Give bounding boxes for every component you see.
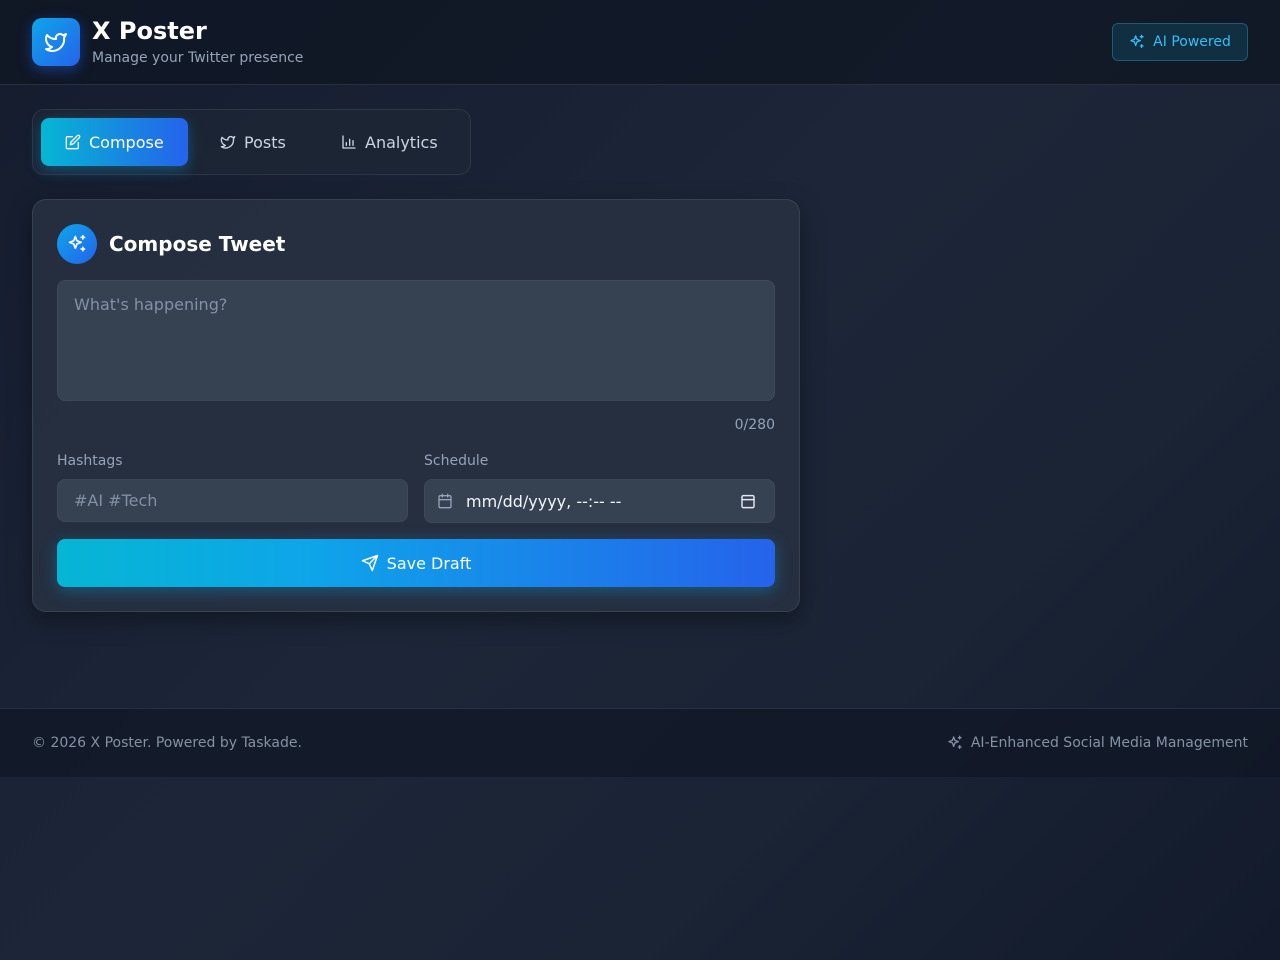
footer-tagline-text: AI-Enhanced Social Media Management — [970, 735, 1248, 751]
schedule-input[interactable]: mm/dd/yyyy, --:-- -- — [424, 479, 775, 523]
compose-card: Compose Tweet 0/280 Hashtags Schedule mm… — [32, 199, 800, 612]
schedule-label: Schedule — [424, 453, 489, 469]
send-icon — [361, 554, 379, 572]
footer-copyright: © 2026 X Poster. Powered by Taskade. — [32, 735, 302, 751]
sparkles-icon — [67, 234, 87, 254]
save-draft-label: Save Draft — [386, 553, 472, 573]
app-title: X Poster — [92, 17, 207, 45]
main-tabs: Compose Posts Analytics — [32, 109, 471, 175]
ai-powered-badge[interactable]: AI Powered — [1112, 23, 1248, 61]
hashtags-label: Hashtags — [57, 453, 123, 469]
ai-powered-label: AI Powered — [1153, 34, 1231, 50]
twitter-bird-icon — [44, 30, 68, 54]
twitter-bird-icon — [220, 134, 236, 150]
app-subtitle: Manage your Twitter presence — [92, 50, 304, 66]
schedule-value: mm/dd/yyyy, --:-- -- — [466, 492, 622, 511]
tab-posts-label: Posts — [244, 132, 286, 152]
calendar-picker-icon[interactable] — [740, 493, 756, 509]
tab-posts[interactable]: Posts — [196, 118, 310, 166]
sparkles-icon — [947, 735, 963, 751]
hashtags-input[interactable] — [57, 479, 408, 522]
app-footer: © 2026 X Poster. Powered by Taskade. AI-… — [0, 708, 1280, 777]
tweet-input[interactable] — [57, 280, 775, 401]
tab-compose-label: Compose — [89, 132, 164, 152]
app-header: X Poster Manage your Twitter presence AI… — [0, 0, 1280, 85]
bar-chart-icon — [341, 134, 357, 150]
tab-analytics[interactable]: Analytics — [317, 118, 462, 166]
compose-card-icon — [57, 224, 97, 264]
tab-compose[interactable]: Compose — [41, 118, 188, 166]
compose-title: Compose Tweet — [109, 232, 286, 256]
save-draft-button[interactable]: Save Draft — [57, 539, 775, 587]
app-logo — [32, 18, 80, 66]
char-count: 0/280 — [734, 417, 775, 433]
calendar-icon — [437, 493, 453, 509]
sparkles-icon — [1129, 34, 1145, 50]
edit-icon — [65, 134, 81, 150]
footer-tagline: AI-Enhanced Social Media Management — [947, 735, 1248, 751]
tab-analytics-label: Analytics — [365, 132, 438, 152]
